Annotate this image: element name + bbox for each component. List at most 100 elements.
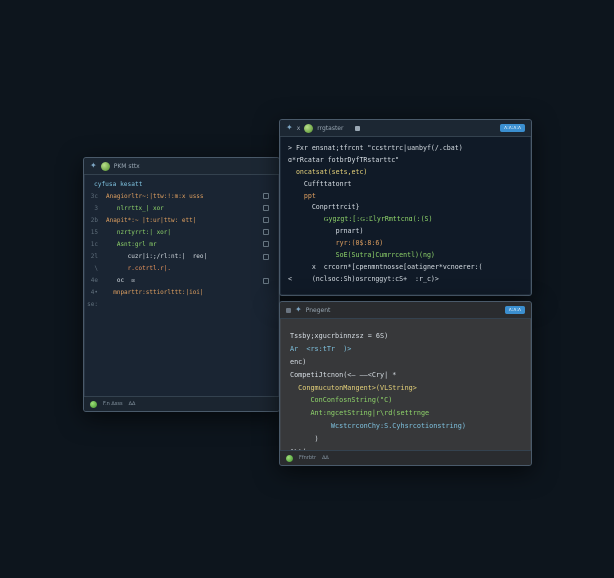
code-text: ɑ*rRcatar fotbrDyfTRstarttc" (288, 155, 400, 164)
code-line: 2b Anapit*:~ |t:ur|ttw: ett| (84, 214, 279, 226)
code-line: \ r.cotrtl.r|. (84, 263, 279, 275)
code-line: 15 nzrtyrrt:| xor| (84, 226, 279, 238)
left-window-title: PKM sttx (113, 162, 140, 170)
file-header: cyfusa kesatt (94, 180, 143, 188)
code-line: Tssby;xgucrbinnzsz = 6S) (290, 330, 531, 343)
code-text: Anapit*:~ |t:ur|ttw: ett| (106, 216, 197, 224)
code-line: Ant:ngcetString|r\rd(settrnge (290, 407, 531, 420)
code-line: 1c Asnt:grl mr (84, 238, 279, 250)
code-line: < (nclsoc:Sh)osrcnggyt:cS+ :r_c)> (288, 273, 531, 285)
diamond-icon: ✦ (295, 305, 302, 314)
line-number: 1c (90, 240, 98, 248)
status-ok-icon (286, 454, 293, 462)
run-badge[interactable]: ʌ:ʌ:ʌ:ʌ (500, 124, 525, 132)
line-checkbox[interactable] (263, 217, 269, 224)
code-text: ppt (288, 191, 316, 200)
top-right-window-title: rrgtaster (317, 124, 344, 132)
line-number: \ (94, 265, 98, 273)
code-text: Ar <rs:tTr )> (290, 345, 352, 354)
code-text: oncatsat(sets,etc) (288, 167, 368, 176)
top-right-window-titlebar[interactable]: ✦ x rrgtaster ʌ:ʌ:ʌ:ʌ (280, 120, 531, 137)
code-line: 3 nlrrttx_| xor (84, 202, 279, 214)
code-line: CompetiJtcnon(<— ——<Cry| * (290, 368, 531, 381)
code-text: Cuffttatonrt (288, 179, 352, 188)
left-window-statusbar: F.n ∆sss ∆∆ (84, 396, 279, 411)
code-line: 4• mnparttr:sttiorlttt:|ioi| (84, 287, 279, 299)
diamond-icon: ✦ (286, 123, 293, 132)
code-text: CompetiJtcnon(<— ——<Cry| * (290, 370, 397, 379)
line-number: 3 (94, 204, 98, 212)
code-text: oc ☒ (106, 277, 135, 285)
code-text: Tssby;xgucrbinnzsz = 6S) (290, 332, 389, 341)
line-number: 3c (90, 192, 98, 200)
run-badge[interactable]: ʌ:ʌ:ʌ (504, 306, 525, 314)
code-line: Ar <rs:tTr )> (290, 343, 531, 356)
line-checkbox[interactable] (263, 253, 269, 260)
line-checkbox[interactable] (263, 277, 269, 284)
code-text: cuzr|i:;/rl:nt:| reo| (106, 253, 208, 261)
code-line: Ǥygzgt:[:Ǥ:ĽlyrRmttcnɑ(:(S) (288, 213, 531, 225)
code-line: 4e oc ☒ (84, 275, 279, 287)
code-line: > Fxr ensnat;tfrcnt "ccstrtrc|uanbyf(/.c… (288, 142, 531, 154)
code-text: Ant:ngcetString|r\rd(settrnge (290, 409, 430, 418)
left-status-extra: ∆∆ (128, 401, 136, 407)
small-glyph-icon: x (296, 124, 301, 132)
line-checkbox[interactable] (263, 229, 269, 236)
app-logo-icon (100, 161, 110, 171)
line-number: 4• (90, 289, 98, 297)
code-text: Conprttrcit} (288, 203, 360, 212)
code-line: ɑ*rRcatar fotbrDyfTRstarttc" (288, 154, 531, 166)
line-number: 15 (90, 228, 98, 236)
code-line: prnart) (288, 225, 531, 237)
code-line: ryr:(0$:8:6) (288, 237, 531, 249)
code-text: mnparttr:sttiorlttt:|ioi| (106, 289, 204, 297)
code-line: SoE(Sutra]Cumrrcentl)(ng) (288, 249, 531, 261)
line-checkbox[interactable] (263, 241, 269, 248)
code-line: se: (84, 299, 279, 311)
left-window-titlebar[interactable]: ✦ PKM sttx (84, 158, 279, 175)
left-status-text: F.n ∆sss (103, 401, 123, 407)
code-text: > Fxr ensnat;tfrcnt "ccstrtrc|uanbyf(/.c… (288, 143, 463, 152)
code-text: nlrrttx_| xor (106, 204, 164, 212)
code-text: Anagiorltr~:|ttw:!:m:x usss (106, 192, 204, 200)
line-checkbox[interactable] (263, 205, 269, 212)
status-ok-icon (90, 400, 97, 408)
code-text: CongmucutonMangent>(VLString> (290, 383, 417, 392)
code-line: ConConfosnString("C) (290, 394, 531, 407)
code-text: ) (290, 434, 319, 443)
line-number: 4e (90, 277, 98, 285)
code-line: x crcorn*[cpenmntnosse[oatigner*vcnoerer… (288, 261, 531, 273)
app-logo-icon (304, 123, 314, 133)
code-line: WcstcrconChy:S.Cyhsrcotionstring) (290, 420, 531, 433)
code-line: ppt (288, 190, 531, 202)
code-text: prnart) (288, 227, 364, 236)
code-text: ryr:(0$:8:6) (288, 239, 384, 248)
code-line: 3c Anagiorltr~:|ttw:!:m:x usss (84, 190, 279, 202)
tab-square-icon[interactable] (355, 125, 361, 131)
editor-window-bottom-right: ✦ Pnegent ʌ:ʌ:ʌ Tssby;xgucrbinnzsz = 6S)… (279, 301, 532, 466)
code-text: WcstcrconChy:S.Cyhsrcotionstring) (290, 421, 466, 430)
code-text: Asnt:grl mr (106, 240, 157, 248)
code-line: oncatsat(sets,etc) (288, 166, 531, 178)
editor-window-left: ✦ PKM sttx cyfusa kesatt 3c Anagiorltr~:|… (83, 157, 280, 412)
code-line: enc) (290, 356, 531, 369)
bottom-right-window-statusbar: Ffnrbtr ∆∆ (280, 450, 531, 465)
bottom-right-window-titlebar[interactable]: ✦ Pnegent ʌ:ʌ:ʌ (280, 302, 531, 319)
bottom-right-window-title: Pnegent (305, 306, 331, 314)
code-text: nzrtyrrt:| xor| (106, 228, 172, 236)
code-line: CongmucutonMangent>(VLString> (290, 381, 531, 394)
code-text: ConConfosnString("C) (290, 396, 393, 405)
code-text: r.cotrtl.r|. (106, 265, 172, 273)
code-text: < (nclsoc:Sh)osrcnggyt:cS+ :r_c)> (288, 274, 439, 283)
code-line: Conprttrcit} (288, 201, 531, 213)
menu-square-icon[interactable] (286, 307, 291, 313)
code-line: ) (290, 432, 531, 445)
line-checkbox[interactable] (263, 193, 269, 200)
code-line: Cuffttatonrt (288, 178, 531, 190)
code-text: Ǥygzgt:[:Ǥ:ĽlyrRmttcnɑ(:(S) (288, 215, 433, 224)
line-number: 2l (90, 253, 98, 261)
line-number: se: (87, 301, 98, 309)
bottom-right-status-extra: ∆∆ (322, 455, 329, 461)
code-text: enc) (290, 357, 307, 366)
code-line: 2l cuzr|i:;/rl:nt:| reo| (84, 250, 279, 262)
